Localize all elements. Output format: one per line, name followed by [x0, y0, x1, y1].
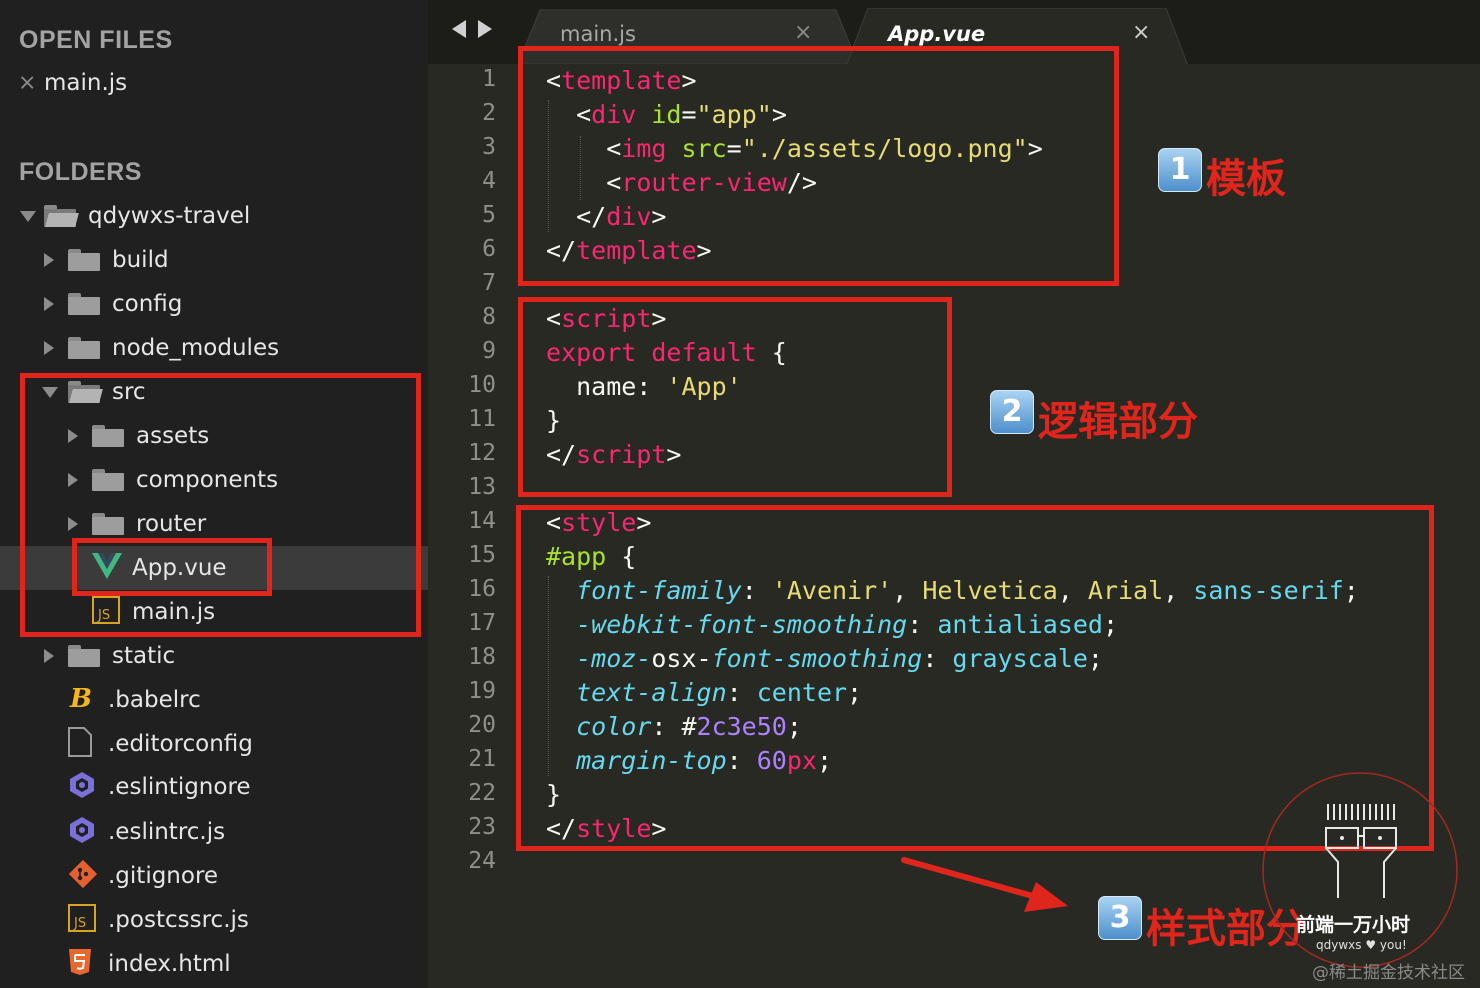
- expand-down-icon[interactable]: [20, 211, 36, 222]
- line-number: 6: [482, 236, 496, 262]
- eslint-icon: [68, 816, 96, 848]
- line-number: 15: [468, 542, 496, 568]
- tree-item-label: .editorconfig: [108, 731, 253, 757]
- close-tab-icon[interactable]: ×: [794, 20, 812, 45]
- tree-item[interactable]: build: [0, 238, 428, 282]
- tree-item-label: qdywxs-travel: [88, 203, 251, 229]
- eslint-icon: [68, 771, 96, 803]
- tree-item-label: .eslintignore: [108, 774, 251, 800]
- annotation-badge-3: 3: [1098, 896, 1142, 940]
- tree-item-label: static: [112, 643, 176, 669]
- html5-icon: [68, 948, 92, 980]
- tree-item[interactable]: .editorconfig: [0, 722, 428, 766]
- annotation-badge-1: 1: [1158, 148, 1202, 192]
- line-number: 10: [468, 372, 496, 398]
- app-vue-highlight-box: [72, 538, 272, 596]
- tree-item-label: .eslintrc.js: [108, 819, 226, 845]
- line-number: 8: [482, 304, 496, 330]
- folders-header: FOLDERS: [19, 158, 142, 186]
- tree-item[interactable]: static: [0, 634, 428, 678]
- line-number: 1: [482, 66, 496, 92]
- file-icon: [68, 727, 92, 761]
- annotation-badge-2: 2: [990, 390, 1034, 434]
- line-number: 13: [468, 474, 496, 500]
- nav-forward-icon[interactable]: [478, 20, 492, 38]
- expand-right-icon[interactable]: [44, 253, 54, 267]
- tree-item[interactable]: B .babelrc: [0, 678, 428, 722]
- open-files-header: OPEN FILES: [19, 26, 173, 54]
- line-number: 14: [468, 508, 496, 534]
- close-icon[interactable]: ×: [18, 71, 36, 96]
- nav-back-icon[interactable]: [452, 20, 466, 38]
- script-highlight-box: [518, 297, 952, 497]
- line-number: 3: [482, 134, 496, 160]
- open-file-item[interactable]: × main.js: [0, 61, 428, 105]
- close-tab-icon[interactable]: ×: [1132, 20, 1150, 45]
- tree-item[interactable]: node_modules: [0, 326, 428, 370]
- line-number: 4: [482, 168, 496, 194]
- tree-item[interactable]: .eslintignore: [0, 765, 428, 809]
- watermark-site: @稀土掘金技术社区: [1312, 963, 1465, 983]
- folder-icon: [68, 645, 100, 667]
- watermark-title: 前端一万小时: [1296, 914, 1411, 936]
- line-number: 24: [468, 848, 496, 874]
- line-number: 2: [482, 100, 496, 126]
- folder-icon: [68, 337, 100, 359]
- tree-item-label: config: [112, 291, 183, 317]
- tree-item-label: index.html: [108, 951, 231, 977]
- tree-item[interactable]: .eslintrc.js: [0, 810, 428, 854]
- template-highlight-box: [518, 46, 1119, 286]
- folder-icon: [68, 293, 100, 315]
- line-number: 21: [468, 746, 496, 772]
- tree-item-label: .gitignore: [108, 863, 219, 889]
- folder-icon: [68, 249, 100, 271]
- line-number-gutter: 1 2 3 4 5 6 7 8 9 10 11 12 13 14 15 16 17 18 19 20 21 22 23 24: [428, 64, 520, 988]
- js-file-icon: JS: [68, 904, 96, 936]
- src-highlight-box: [20, 373, 421, 637]
- babel-icon: B: [68, 684, 94, 716]
- tree-item[interactable]: config: [0, 282, 428, 326]
- tree-item-label: node_modules: [112, 335, 280, 361]
- tree-item-label: build: [112, 247, 169, 273]
- folder-open-icon: [44, 205, 79, 227]
- annotation-logic-label: 逻辑部分: [1038, 399, 1198, 445]
- line-number: 7: [482, 270, 496, 296]
- line-number: 5: [482, 202, 496, 228]
- open-file-label: main.js: [44, 70, 128, 96]
- line-number: 20: [468, 712, 496, 738]
- expand-right-icon[interactable]: [44, 649, 54, 663]
- tree-item-label: .babelrc: [108, 687, 201, 713]
- expand-right-icon[interactable]: [44, 297, 54, 311]
- line-number: 12: [468, 440, 496, 466]
- tree-item[interactable]: JS .postcssrc.js: [0, 898, 428, 942]
- line-number: 16: [468, 576, 496, 602]
- line-number: 17: [468, 610, 496, 636]
- watermark-subtitle: qdywxs ♥ you!: [1316, 938, 1407, 952]
- tab-label: App.vue: [888, 22, 986, 46]
- line-number: 23: [468, 814, 496, 840]
- svg-text:JS: JS: [73, 916, 86, 931]
- tree-item[interactable]: index.html: [0, 942, 428, 986]
- tab-label: main.js: [560, 22, 636, 46]
- tree-item[interactable]: qdywxs-travel: [0, 194, 428, 238]
- tree-item-label: .postcssrc.js: [108, 907, 249, 933]
- line-number: 9: [482, 338, 496, 364]
- annotation-template-label: 模板: [1206, 156, 1286, 202]
- line-number: 11: [468, 406, 496, 432]
- line-number: 18: [468, 644, 496, 670]
- svg-text:B: B: [69, 684, 92, 712]
- tree-item[interactable]: .gitignore: [0, 854, 428, 898]
- red-arrow-icon: [901, 857, 1068, 912]
- line-number: 19: [468, 678, 496, 704]
- expand-right-icon[interactable]: [44, 341, 54, 355]
- line-number: 22: [468, 780, 496, 806]
- git-icon: [68, 859, 98, 893]
